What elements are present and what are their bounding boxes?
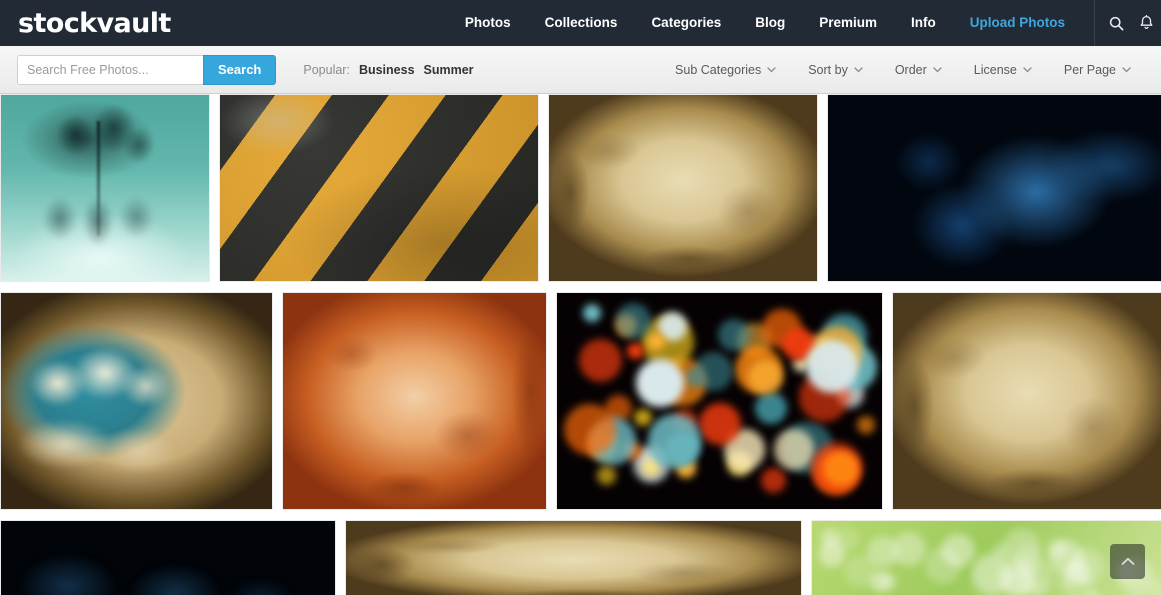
dropdown-label: License — [973, 62, 1017, 77]
photo-artwork — [346, 521, 801, 595]
photo-blue-smoke[interactable] — [827, 94, 1161, 282]
photo-artwork — [549, 95, 817, 281]
nav-links: Photos Collections Categories Blog Premi… — [448, 0, 1161, 46]
chevron-up-icon — [1121, 557, 1134, 565]
popular-tag-summer[interactable]: Summer — [424, 63, 474, 77]
photo-orange-rust[interactable] — [282, 292, 547, 510]
search-input[interactable] — [17, 54, 203, 85]
photo-green-bokeh[interactable] — [811, 520, 1161, 595]
photo-beige-grunge-3[interactable] — [345, 520, 802, 595]
nav-link-photos[interactable]: Photos — [448, 0, 528, 46]
photo-artwork — [220, 95, 538, 281]
photo-bokeh-lights[interactable] — [556, 292, 883, 510]
dropdown-label: Per Page — [1063, 62, 1116, 77]
photo-grid-row — [0, 94, 1161, 282]
chevron-down-icon — [933, 66, 942, 72]
nav-link-info[interactable]: Info — [894, 0, 953, 46]
scroll-to-top-button[interactable] — [1110, 544, 1145, 579]
nav-link-upload-photos[interactable]: Upload Photos — [953, 0, 1082, 46]
dropdown-label: Sub Categories — [675, 62, 762, 77]
photo-artwork — [1, 521, 335, 595]
nav-link-collections[interactable]: Collections — [528, 0, 635, 46]
popular-tag-business[interactable]: Business — [359, 63, 415, 77]
chevron-down-icon — [767, 66, 776, 72]
popular-label: Popular: — [303, 62, 350, 77]
photo-grid — [0, 94, 1161, 595]
dropdown-sort-by[interactable]: Sort by — [792, 63, 879, 77]
photo-beige-grunge-2[interactable] — [892, 292, 1161, 510]
photo-artwork — [1, 95, 209, 281]
photo-artwork — [1, 293, 272, 509]
photo-dark-smoke[interactable] — [0, 520, 336, 595]
search-button[interactable]: Search — [203, 54, 277, 85]
filter-dropdowns: Sub Categories Sort by Order License Per… — [659, 63, 1147, 77]
dropdown-sub-categories[interactable]: Sub Categories — [659, 63, 792, 77]
dropdown-label: Sort by — [808, 62, 848, 77]
chevron-down-icon — [1122, 66, 1131, 72]
nav-link-categories[interactable]: Categories — [634, 0, 738, 46]
search-form: Search — [17, 54, 277, 85]
bell-icon[interactable] — [1131, 0, 1161, 46]
photo-artwork — [893, 293, 1161, 509]
chevron-down-icon — [854, 66, 863, 72]
photo-grid-row — [0, 520, 1161, 595]
chevron-down-icon — [1023, 66, 1032, 72]
nav-divider — [1094, 0, 1095, 46]
dropdown-per-page[interactable]: Per Page — [1048, 63, 1147, 77]
site-logo[interactable]: stockvault — [18, 10, 171, 37]
dropdown-license[interactable]: License — [958, 63, 1048, 77]
dropdown-order[interactable]: Order — [879, 63, 958, 77]
photo-beige-grunge-1[interactable] — [548, 94, 818, 282]
photo-artwork — [283, 293, 546, 509]
nav-link-premium[interactable]: Premium — [802, 0, 894, 46]
photo-misty-tree[interactable] — [0, 94, 210, 282]
dropdown-label: Order — [894, 62, 927, 77]
search-icon[interactable] — [1101, 0, 1131, 46]
photo-artwork — [828, 95, 1161, 281]
photo-artwork — [812, 521, 1161, 595]
photo-clouds-teal[interactable] — [0, 292, 273, 510]
popular-tags: Popular: Business Summer — [303, 63, 473, 77]
top-navigation-bar: stockvault Photos Collections Categories… — [0, 0, 1161, 46]
photo-grid-row — [0, 292, 1161, 510]
photo-artwork — [557, 293, 882, 509]
filter-toolbar: Search Popular: Business Summer Sub Cate… — [0, 46, 1161, 94]
nav-link-blog[interactable]: Blog — [738, 0, 802, 46]
photo-hazard-stripes[interactable] — [219, 94, 539, 282]
